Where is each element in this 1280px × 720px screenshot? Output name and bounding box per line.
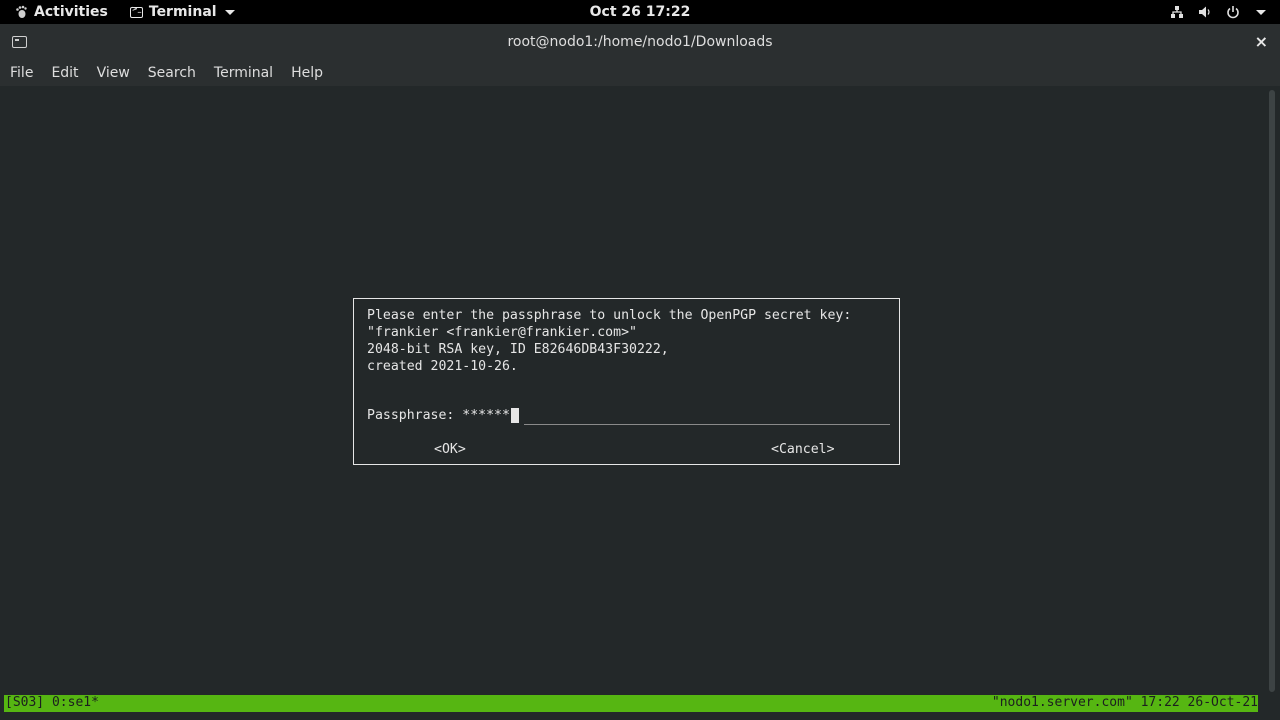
pinentry-dialog: Please enter the passphrase to unlock th… xyxy=(353,298,900,465)
terminal-window-icon xyxy=(12,36,27,48)
system-tray[interactable] xyxy=(1170,0,1266,24)
clock-label: Oct 26 17:22 xyxy=(589,4,691,20)
cancel-button[interactable]: <Cancel> xyxy=(771,442,835,457)
prompt-line-1: Please enter the passphrase to unlock th… xyxy=(367,308,852,323)
passphrase-field-underline xyxy=(524,424,890,425)
menu-terminal[interactable]: Terminal xyxy=(214,65,281,81)
tmux-status-bar: [S03] 0:se1* "nodo1.server.com" 17:22 26… xyxy=(4,695,1258,712)
passphrase-label: Passphrase: xyxy=(367,408,455,423)
ok-button[interactable]: <OK> xyxy=(434,442,466,457)
power-icon[interactable] xyxy=(1226,5,1240,19)
passphrase-row: Passphrase: ****** xyxy=(367,408,519,423)
menu-bar: File Edit View Search Terminal Help xyxy=(0,60,1280,86)
status-host-time: "nodo1.server.com" 17:22 26-Oct-21 xyxy=(991,695,1258,710)
menu-help[interactable]: Help xyxy=(291,65,331,81)
prompt-line-2: "frankier <frankier@frankier.com>" xyxy=(367,325,637,340)
passphrase-input[interactable]: ****** xyxy=(462,408,510,423)
prompt-line-3: 2048-bit RSA key, ID E82646DB43F30222, xyxy=(367,342,669,357)
system-menu-chevron-icon[interactable] xyxy=(1256,9,1266,15)
gnome-top-bar: Activities Terminal Oct 26 17:22 xyxy=(0,0,1280,24)
text-cursor xyxy=(510,408,519,423)
menu-edit[interactable]: Edit xyxy=(51,65,86,81)
volume-icon[interactable] xyxy=(1198,5,1212,19)
menu-file[interactable]: File xyxy=(10,65,41,81)
window-title: root@nodo1:/home/nodo1/Downloads xyxy=(507,34,773,50)
menu-search[interactable]: Search xyxy=(148,65,204,81)
prompt-line-4: created 2021-10-26. xyxy=(367,359,518,374)
scrollbar[interactable] xyxy=(1269,90,1275,692)
window-titlebar[interactable]: root@nodo1:/home/nodo1/Downloads × xyxy=(0,24,1280,60)
close-button[interactable]: × xyxy=(1255,32,1268,51)
menu-view[interactable]: View xyxy=(97,65,138,81)
terminal-window: root@nodo1:/home/nodo1/Downloads × File … xyxy=(0,24,1280,720)
status-session[interactable]: [S03] 0:se1* xyxy=(5,695,99,710)
clock[interactable]: Oct 26 17:22 xyxy=(0,0,1280,24)
network-icon[interactable] xyxy=(1170,5,1184,19)
